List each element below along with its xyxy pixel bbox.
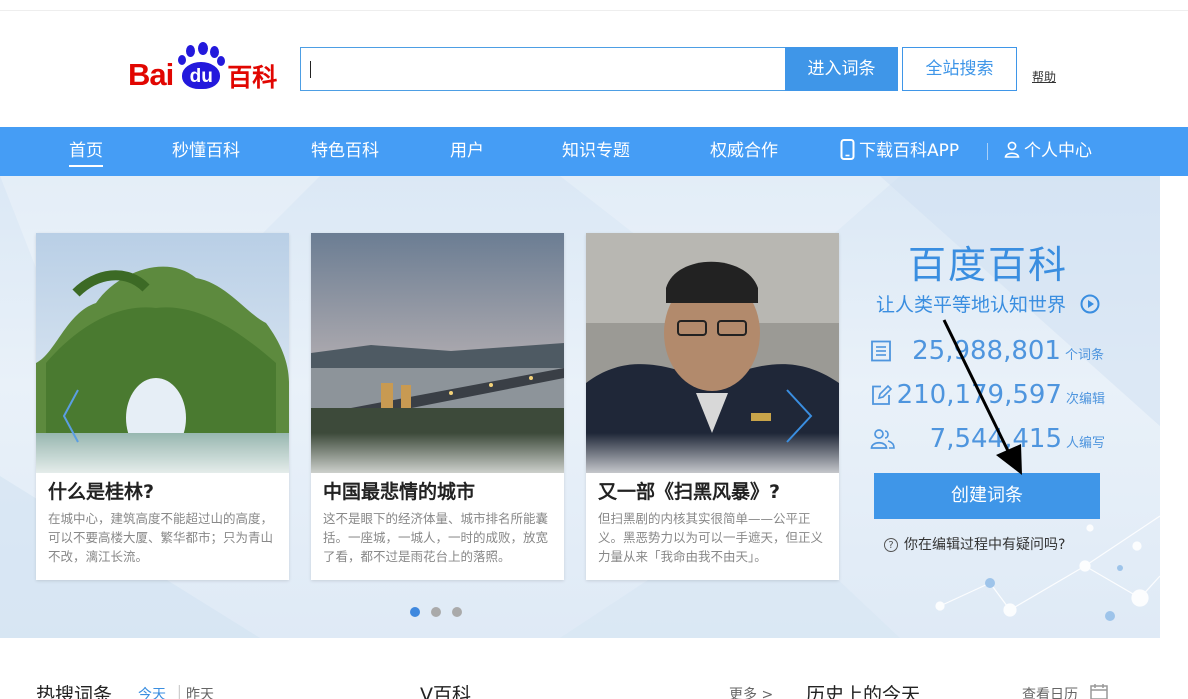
card-title: 又一部《扫黑风暴》? — [598, 481, 781, 503]
card-description: 这不是眼下的经济体量、城市排名所能囊括。一座城，一城人，一时的成败，放宽了看，都… — [323, 511, 549, 564]
search-input[interactable] — [301, 48, 785, 90]
help-link[interactable]: 帮助 — [1032, 68, 1056, 85]
hot-entries-title: 热搜词条 — [36, 684, 113, 699]
stat-editors: 7,544,415 人编写 — [870, 424, 1105, 458]
bottom-sections: 热搜词条 今天 | 昨天 V百科 更多 > 历史上的今天 查看日历 — [0, 638, 1188, 699]
nav-item-partners[interactable]: 权威合作 — [710, 127, 778, 176]
enter-entry-button[interactable]: 进入词条 — [785, 47, 898, 91]
nav-item-label: 下载百科APP — [859, 141, 960, 161]
stat-unit: 次编辑 — [1065, 392, 1105, 407]
nav-item-download-app[interactable]: 下载百科APP — [840, 127, 959, 176]
paw-toe — [186, 45, 196, 57]
tab-divider: | — [177, 684, 182, 699]
create-entry-button[interactable]: 创建词条 — [874, 473, 1100, 519]
stat-entries: 25,988,801 个词条 — [870, 336, 1104, 370]
stat-value: 210,179,597 次编辑 — [897, 380, 1105, 410]
nav-item-label: 用户 — [450, 141, 484, 161]
user-icon — [1004, 141, 1020, 158]
card-description: 但扫黑剧的内核其实很简单——公平正义。黑恶势力以为可以一手遮天，但正义力量从来「… — [598, 511, 824, 564]
logo-du-text: du — [182, 62, 221, 89]
logo-paw-icon: du — [176, 42, 226, 90]
nav-item-label: 知识专题 — [562, 141, 630, 161]
carousel-dot[interactable] — [452, 607, 462, 617]
nav-item-users[interactable]: 用户 — [450, 127, 484, 176]
stat-value: 25,988,801 个词条 — [912, 336, 1104, 366]
logo-baike-text: 百科 — [227, 63, 278, 92]
stat-unit: 个词条 — [1064, 348, 1104, 363]
logo-bai-text: Bai — [128, 57, 174, 92]
stat-number: 210,179,597 — [896, 380, 1062, 410]
brand-title: 百度百科 — [908, 243, 1069, 287]
carousel-prev-arrow-icon[interactable] — [60, 388, 82, 444]
question-icon: ? — [884, 538, 898, 552]
carousel-card-city[interactable]: 中国最悲情的城市 这不是眼下的经济体量、城市排名所能囊括。一座城，一城人，一时的… — [311, 233, 564, 580]
nav-item-featured[interactable]: 特色百科 — [311, 127, 379, 176]
baidu-baike-logo[interactable]: Bai du 百科 — [128, 40, 277, 90]
banner: 什么是桂林? 在城中心，建筑高度不能超过山的高度，可以不要高楼大厦、繁华都市；只… — [0, 176, 1160, 638]
carousel-dot[interactable] — [410, 607, 420, 617]
carousel-next-arrow-icon[interactable] — [783, 388, 815, 444]
question-text: 你在编辑过程中有疑问吗? — [904, 537, 1066, 553]
card-title: 中国最悲情的城市 — [323, 481, 476, 503]
tab-yesterday[interactable]: 昨天 — [186, 684, 214, 699]
v-baike-title: V百科 — [420, 684, 471, 699]
nav-item-label: 秒懂百科 — [172, 141, 240, 161]
play-icon[interactable] — [1080, 294, 1100, 314]
text-caret — [310, 61, 311, 78]
top-strip — [0, 0, 1188, 11]
history-today-title: 历史上的今天 — [806, 684, 921, 699]
paw-toe — [178, 55, 187, 65]
nav-item-topics[interactable]: 知识专题 — [562, 127, 630, 176]
site-search-button[interactable]: 全站搜索 — [902, 47, 1017, 91]
users-icon — [870, 429, 895, 449]
nav-item-personal-center[interactable]: 个人中心 — [1004, 127, 1092, 176]
nav-item-label: 首页 — [69, 141, 103, 161]
document-icon — [871, 340, 891, 362]
carousel-dots — [410, 602, 473, 621]
tab-today[interactable]: 今天 — [138, 684, 166, 699]
carousel-dot[interactable] — [431, 607, 441, 617]
paw-toe — [217, 56, 226, 66]
stat-number: 7,544,415 — [929, 424, 1062, 454]
stat-unit: 人编写 — [1065, 436, 1105, 451]
paw-toe — [198, 42, 209, 55]
nav-divider — [987, 143, 988, 160]
nav-item-label: 个人中心 — [1024, 141, 1092, 161]
card-title: 什么是桂林? — [48, 481, 155, 503]
nav-item-home[interactable]: 首页 — [69, 127, 103, 176]
nav-item-label: 权威合作 — [710, 141, 778, 161]
stat-number: 25,988,801 — [912, 336, 1061, 366]
edit-icon — [872, 384, 892, 405]
main-nav: 首页 秒懂百科 特色百科 用户 知识专题 权威合作 下载百科APP 个人中心 — [0, 127, 1188, 176]
stat-edits: 210,179,597 次编辑 — [870, 380, 1105, 414]
phone-icon — [840, 138, 855, 160]
search-box — [300, 47, 785, 91]
stat-value: 7,544,415 人编写 — [930, 424, 1105, 454]
nav-item-label: 特色百科 — [311, 141, 379, 161]
brand-slogan[interactable]: 让人类平等地认知世界 — [876, 290, 1066, 317]
card-description: 在城中心，建筑高度不能超过山的高度，可以不要高楼大厦、繁华都市；只为青山不改，漓… — [48, 511, 274, 564]
nav-item-miaodong[interactable]: 秒懂百科 — [172, 127, 240, 176]
page: Bai du 百科 进入词条 全站搜索 帮助 首页 秒懂百科 特色百科 用户 知… — [0, 0, 1188, 699]
calendar-link[interactable]: 查看日历 — [1022, 684, 1078, 699]
more-link[interactable]: 更多 > — [729, 684, 773, 699]
calendar-icon[interactable] — [1090, 684, 1108, 699]
editing-help-link[interactable]: ? 你在编辑过程中有疑问吗? — [884, 534, 1065, 554]
